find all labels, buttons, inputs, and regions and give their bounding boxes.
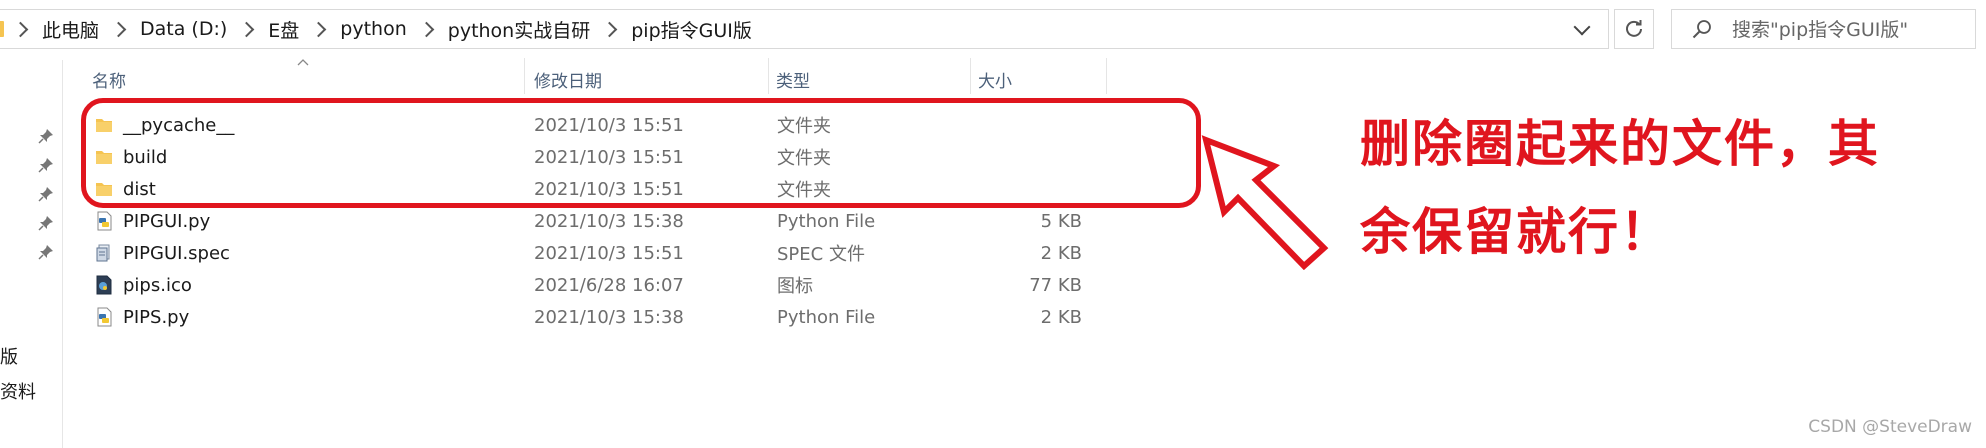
chevron-right-icon[interactable] [12,21,29,37]
file-type: 图标 [777,276,813,297]
column-divider[interactable] [1106,58,1107,94]
search-icon [1692,20,1711,39]
search-box[interactable] [1671,9,1976,49]
toolbar: 此电脑 Data (D:) E盘 python python实战自研 pip指令… [0,0,1986,60]
pin-icon[interactable] [38,244,54,260]
file-name: pips.ico [123,274,192,296]
pin-icon[interactable] [38,128,54,144]
annotation-text-line2: 余保留就行！ [1360,203,1672,261]
breadcrumb: 此电脑 Data (D:) E盘 python python实战自研 pip指令… [0,10,752,48]
column-header-name[interactable]: 名称 [84,64,524,94]
history-dropdown-button[interactable] [1570,18,1594,42]
file-type: Python File [777,210,876,232]
highlight-circle [81,98,1201,208]
breadcrumb-item-e[interactable]: E盘 [227,16,299,43]
annotation-text-line1: 删除圈起来的文件，其 [1360,115,1880,173]
python-file-icon [97,211,112,231]
file-date: 2021/10/3 15:51 [534,242,684,264]
file-row[interactable]: PIPS.py 2021/10/3 15:38 Python File 2 KB [86,302,1106,332]
nav-item-label[interactable]: 资料 [0,378,36,404]
chevron-right-icon[interactable] [418,21,435,37]
ico-file-icon [96,275,112,295]
column-header-type[interactable]: 类型 [768,64,970,94]
chevron-right-icon[interactable] [311,21,327,37]
file-name: PIPS.py [123,306,190,328]
address-bar[interactable]: 此电脑 Data (D:) E盘 python python实战自研 pip指令… [0,9,1609,49]
file-row[interactable]: PIPGUI.spec 2021/10/3 15:51 SPEC 文件 2 KB [86,238,1106,268]
file-date: 2021/10/3 15:38 [534,210,684,232]
pin-icon[interactable] [38,157,54,173]
spec-file-icon [96,244,110,262]
nav-item-label[interactable]: 版 [0,343,18,369]
file-size: 2 KB [1040,242,1082,264]
breadcrumb-item-drive[interactable]: Data (D:) [99,18,227,40]
file-date: 2021/6/28 16:07 [534,274,684,296]
file-size: 5 KB [1040,210,1082,232]
file-type: Python File [777,306,876,328]
breadcrumb-item-current[interactable]: pip指令GUI版 [590,16,752,43]
chevron-right-icon[interactable] [601,21,618,37]
file-size: 2 KB [1040,306,1082,328]
column-divider[interactable] [524,58,525,94]
breadcrumb-item-python[interactable]: python [299,18,407,40]
file-row[interactable]: PIPGUI.py 2021/10/3 15:38 Python File 5 … [86,206,1106,236]
chevron-right-icon[interactable] [110,21,127,37]
file-size: 77 KB [1029,274,1082,296]
arrow-icon [1201,135,1329,270]
refresh-button[interactable] [1614,9,1654,49]
file-row[interactable]: pips.ico 2021/6/28 16:07 图标 77 KB [86,270,1106,300]
file-name: PIPGUI.py [123,210,211,232]
column-header-date[interactable]: 修改日期 [526,64,768,94]
refresh-icon [1626,20,1642,37]
search-input[interactable] [1730,14,1974,46]
breadcrumb-item-this-pc[interactable]: 此电脑 [0,16,99,43]
file-name: PIPGUI.spec [123,242,230,264]
watermark: CSDN @SteveDraw [1808,417,1972,437]
breadcrumb-item-project[interactable]: python实战自研 [407,16,590,43]
navigation-pane: 版 资料 [0,60,63,448]
pin-icon[interactable] [38,215,54,231]
pin-icon[interactable] [38,186,54,202]
chevron-right-icon[interactable] [239,21,255,37]
file-type: SPEC 文件 [777,244,865,265]
file-date: 2021/10/3 15:38 [534,306,684,328]
column-header-size[interactable]: 大小 [970,64,1106,94]
python-file-icon [97,307,112,327]
